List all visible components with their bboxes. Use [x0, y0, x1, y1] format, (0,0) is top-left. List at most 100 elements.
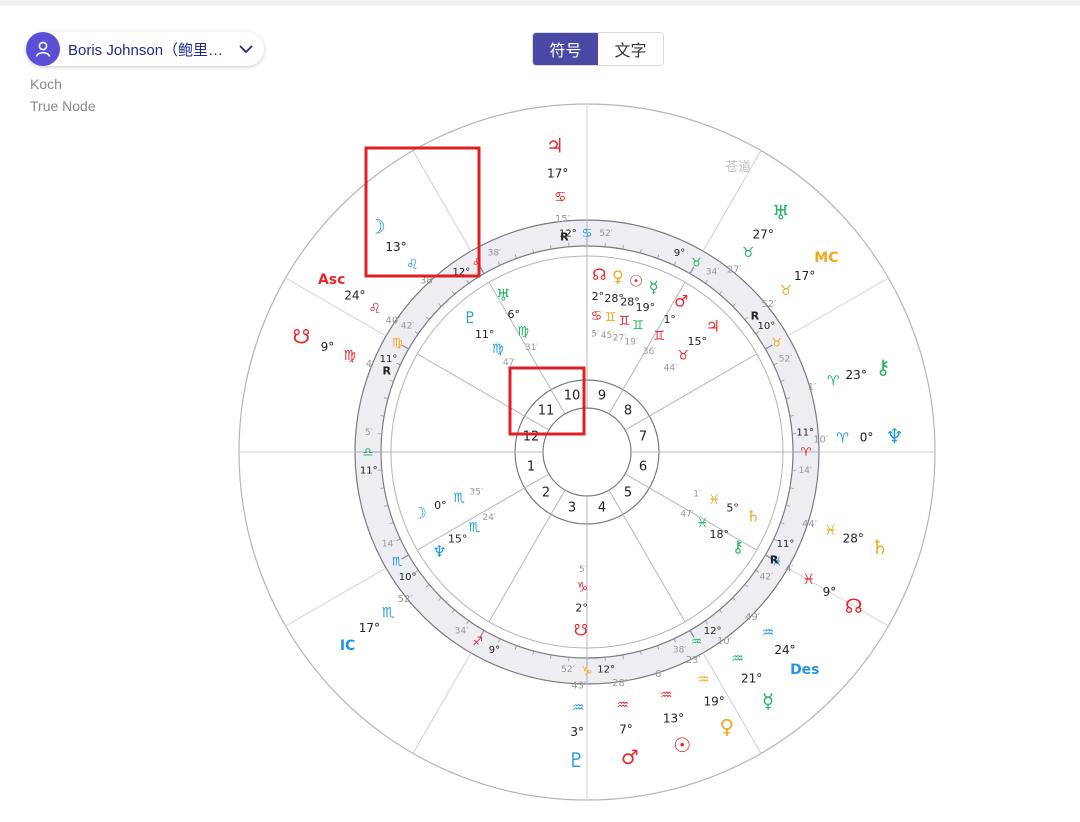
- planet-sign: ♓: [824, 523, 837, 539]
- inner-planet-glyph: ♆: [432, 542, 446, 561]
- inner-planet-minute: 36′: [643, 347, 657, 357]
- house-number: 6: [639, 460, 647, 475]
- planet-degree: 13°: [385, 240, 406, 254]
- house-number-ring-inner: [542, 407, 632, 497]
- planet-sign: ♒: [616, 698, 629, 714]
- cusp-minute: 42′: [401, 321, 415, 331]
- planet-minute: 27′: [727, 265, 743, 276]
- cusp-sign: ♋: [582, 226, 593, 240]
- retrograde-label: R: [770, 554, 779, 567]
- inner-planet-sign: ♓: [696, 517, 708, 532]
- house-number: 12: [523, 430, 540, 445]
- inner-planet-sign: ♍: [492, 342, 504, 357]
- planet-sign: ♏: [382, 605, 395, 621]
- planet-minute: 6′: [655, 669, 664, 680]
- retrograde-label: R: [560, 231, 569, 244]
- planet-glyph: ☋: [293, 325, 311, 349]
- house-cusp-line: [608, 489, 686, 622]
- cusp-degree: 9°: [489, 645, 500, 656]
- inner-planet-degree: 2°: [575, 601, 588, 614]
- planet-sign: ♒: [731, 651, 744, 667]
- cusp-sign: ♑: [582, 664, 593, 678]
- inner-planet-glyph: ♅: [496, 285, 510, 304]
- outer-division-line: [412, 150, 472, 252]
- outer-division-line: [787, 277, 889, 337]
- inner-planet-degree: 0°: [434, 499, 447, 512]
- house-number: 11: [538, 404, 555, 419]
- cusp-degree: 10°: [758, 321, 776, 332]
- inner-planet-sign: ♋: [591, 309, 603, 324]
- cusp-sign: ♍: [392, 336, 403, 350]
- cusp-degree: 11°: [777, 539, 795, 550]
- planet-degree: 27°: [753, 227, 774, 241]
- house-number: 3: [568, 501, 576, 516]
- cusp-sign: ♐: [472, 635, 483, 649]
- planet-minute: 49′: [745, 612, 761, 623]
- planet-minute: 52′: [398, 594, 414, 605]
- inner-planet-minute: 35′: [469, 487, 483, 497]
- angle-label: IC: [340, 638, 355, 654]
- inner-planet-glyph: ♇: [463, 308, 477, 327]
- house-cusp-line: [417, 473, 550, 551]
- cusp-minute: 42′: [760, 573, 774, 583]
- house-cusp-line: [624, 353, 757, 431]
- planet-glyph: ♀: [719, 714, 734, 738]
- planet-minute: 43′: [571, 680, 587, 691]
- planet-minute: 1′: [808, 382, 817, 393]
- planet-degree: 9°: [823, 585, 837, 599]
- inner-planet-degree: 19°: [636, 301, 656, 314]
- cusp-sign: ♒: [691, 635, 702, 649]
- planet-degree: 28°: [843, 532, 864, 546]
- angle-label: Des: [790, 662, 819, 678]
- planet-sign: ♒: [572, 700, 585, 716]
- inner-planet-glyph: ☉: [629, 271, 643, 290]
- cusp-degree: 11°: [380, 354, 398, 365]
- inner-planet-sign: ♏: [453, 491, 465, 506]
- planet-sign: ♒: [697, 672, 710, 688]
- cusp-minute: 52′: [561, 665, 575, 675]
- planet-glyph: ☊: [845, 594, 863, 618]
- planet-sign: ♌: [406, 257, 419, 273]
- planet-minute: 10′: [813, 434, 829, 445]
- planet-degree: 13°: [663, 711, 684, 725]
- planet-glyph: ☉: [673, 733, 691, 757]
- inner-planet-minute: 44′: [664, 364, 678, 374]
- inner-planet-degree: 2°: [592, 290, 605, 303]
- inner-planet-glyph: ♄: [746, 506, 760, 525]
- inner-planet-minute: 24′: [482, 513, 496, 523]
- inner-planet-glyph: ♂: [674, 292, 688, 311]
- inner-planet-glyph: ☽: [413, 503, 427, 522]
- inner-planet-glyph: ♀: [612, 267, 624, 286]
- planet-sign: ♒: [660, 688, 673, 704]
- cusp-sign: ♈: [801, 445, 812, 459]
- inner-planet-sign: ♏: [468, 521, 480, 536]
- house-number: 9: [598, 389, 606, 404]
- house-cusp-line: [488, 489, 566, 622]
- planet-minute: 23′: [686, 655, 702, 666]
- planet-degree: 7°: [619, 722, 633, 736]
- inner-planet-degree: 5°: [726, 501, 739, 514]
- planet-glyph: ☿: [762, 689, 774, 713]
- outer-division-line: [412, 652, 472, 754]
- planet-sign: ♈: [836, 431, 849, 447]
- planet-sign: ♋: [554, 189, 567, 205]
- planet-glyph: ⚷: [876, 355, 891, 379]
- inner-planet-glyph: ⚷: [732, 537, 744, 556]
- cusp-degree: 11°: [360, 466, 378, 477]
- inner-planet-sign: ♊: [653, 329, 665, 344]
- inner-planet-minute: 47′: [680, 510, 694, 520]
- planet-sign: ♈: [827, 373, 840, 389]
- cusp-degree: 10°: [399, 572, 417, 583]
- inner-planet-degree: 6°: [508, 308, 521, 321]
- planet-degree: 17°: [359, 621, 380, 635]
- retrograde-label: R: [382, 365, 391, 378]
- inner-planet-minute: 47′: [503, 358, 517, 368]
- zodiac-watermark: 苍道: [725, 160, 751, 175]
- planet-minute: 52′: [761, 299, 777, 310]
- planet-degree: 9°: [321, 340, 335, 354]
- planet-degree: 17°: [794, 269, 815, 283]
- cusp-minute: 34′: [455, 626, 469, 636]
- angle-label: Asc: [318, 272, 345, 288]
- planet-glyph: ♄: [871, 535, 889, 559]
- inner-planet-degree: 15°: [448, 533, 468, 546]
